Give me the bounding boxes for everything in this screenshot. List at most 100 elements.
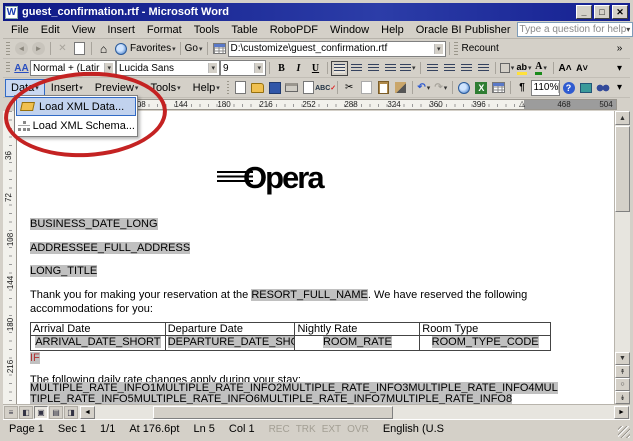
field-multiple-rate-info6[interactable]: MULTIPLE_RATE_INFO6 [134,393,260,404]
scroll-right-button[interactable]: ► [614,406,629,419]
menu-item-load-xml-schema[interactable]: Load XML Schema... [16,116,136,135]
document-page[interactable]: Opera BUSINESS_DATE_LONG ADDRESSEE_FULL_… [17,111,614,404]
maximize-button[interactable]: □ [594,5,610,19]
refresh-button[interactable] [71,40,88,57]
chevron-down-icon[interactable]: ▾ [543,64,547,72]
format-painter-button[interactable] [392,79,409,96]
outline-view-button[interactable]: ▤ [49,406,63,419]
field-multiple-rate-info8[interactable]: MULTIPLE_RATE_INFO8 [386,393,512,404]
status-mode-trk[interactable]: TRK [296,424,316,435]
font-color-button[interactable]: A▾ [533,60,550,77]
menubar-item-view[interactable]: View [66,22,102,38]
grow-font-button[interactable]: A˄ [557,60,574,77]
toolbar-grip[interactable] [227,81,229,95]
chevron-down-icon[interactable]: ▾ [444,84,448,92]
insert-hyperlink-button[interactable] [456,79,473,96]
menubar-item-edit[interactable]: Edit [35,22,66,38]
menubar-item-table[interactable]: Table [225,22,263,38]
chevron-down-icon[interactable]: ▾ [528,64,532,72]
scroll-left-button[interactable]: ◄ [80,406,95,419]
align-center-button[interactable] [348,60,365,77]
bi-menu-help[interactable]: Help▾ [187,79,226,97]
field-room-rate[interactable]: ROOM_RATE [323,336,392,348]
open-button[interactable] [249,79,266,96]
chevron-down-icon[interactable]: ▾ [511,64,515,72]
resize-grip[interactable] [618,426,630,438]
insert-excel-button[interactable]: X [473,79,490,96]
toolbar-grip[interactable] [6,42,10,56]
reservation-table[interactable]: Arrival DateDeparture DateNightly RateRo… [30,322,551,351]
field-departure-date-short[interactable]: DEPARTURE_DATE_SHORT [168,336,296,348]
if-marker-field[interactable]: IF [30,352,40,364]
table-cell-room-type-code[interactable]: ROOM_TYPE_CODE [420,336,550,350]
justify-button[interactable] [382,60,399,77]
forward-button[interactable]: ► [30,40,47,57]
business-date-field[interactable]: BUSINESS_DATE_LONG [30,218,158,230]
status-mode-rec[interactable]: REC [269,424,290,435]
font-size-select[interactable]: 9▾ [220,60,266,76]
copy-button[interactable] [358,79,375,96]
help-button[interactable]: ? [560,79,577,96]
increase-indent-button[interactable] [475,60,492,77]
cut-button[interactable]: ✂ [341,79,358,96]
resort-name-field[interactable]: RESORT_FULL_NAME [251,289,368,301]
border-button[interactable]: ▾ [499,60,516,77]
menubar-item-robopdf[interactable]: RoboPDF [264,22,324,38]
table-cell-departure-date-short[interactable]: DEPARTURE_DATE_SHORT [166,336,296,350]
numbered-list-button[interactable] [424,60,441,77]
favorites-button[interactable]: Favorites▾ [129,40,177,57]
undo-button[interactable]: ↶▾ [415,79,432,96]
reading-layout-button[interactable]: ◨ [64,406,78,419]
recount-button[interactable]: Recount [461,40,500,57]
home-button[interactable]: ⌂ [95,40,112,57]
bi-menu-data[interactable]: Data▾ [5,79,45,97]
chevron-down-icon[interactable]: ▾ [254,63,263,73]
chevron-down-icon[interactable]: ▾ [412,64,416,72]
field-room-type-code[interactable]: ROOM_TYPE_CODE [432,336,539,348]
styles-and-formatting-button[interactable]: AA [13,60,30,77]
multiple-rate-fields[interactable]: MULTIPLE_RATE_INFO1MULTIPLE_RATE_INFO2MU… [30,383,558,404]
search-web-button[interactable] [112,40,129,57]
menubar-item-window[interactable]: Window [324,22,375,38]
font-select[interactable]: Lucida Sans▾ [116,60,220,76]
field-multiple-rate-info7[interactable]: MULTIPLE_RATE_INFO7 [260,393,386,404]
close-button[interactable]: ✕ [612,5,628,19]
italic-button[interactable]: I [290,60,307,77]
bi-menu-insert[interactable]: Insert▾ [45,79,89,97]
find-button[interactable] [594,79,611,96]
right-indent-marker[interactable]: △ [519,99,525,108]
toolbar-options-chevron[interactable]: » [611,40,628,57]
show-web-toolbar-button[interactable] [211,40,228,57]
menubar-item-help[interactable]: Help [375,22,410,38]
bi-menu-tools[interactable]: Tools▾ [144,79,186,97]
next-page-button[interactable]: ↡ [615,391,630,404]
select-browse-object-button[interactable]: ○ [615,378,630,391]
thank-you-paragraph[interactable]: Thank you for making your reservation at… [30,288,560,316]
menubar-item-oracle-bi-publisher[interactable]: Oracle BI Publisher [410,22,517,38]
bi-menu-preview[interactable]: Preview▾ [89,79,145,97]
zoom-select[interactable]: 110%▾ [531,80,561,96]
toolbar-options-chevron[interactable]: ▾ [611,60,628,77]
insert-table-button[interactable] [490,79,507,96]
print-button[interactable] [283,79,300,96]
align-right-button[interactable] [365,60,382,77]
menubar-item-insert[interactable]: Insert [101,22,141,38]
menubar-item-file[interactable]: File [5,22,35,38]
status-mode-ovr[interactable]: OVR [347,424,369,435]
menubar-item-tools[interactable]: Tools [188,22,226,38]
chevron-down-icon[interactable]: ▾ [104,63,113,73]
toolbar-grip[interactable] [6,62,10,75]
style-select[interactable]: Normal + (Latir▾ [30,60,116,76]
chevron-down-icon[interactable]: ▾ [626,25,630,34]
new-document-button[interactable] [232,79,249,96]
go-button[interactable]: Go▾ [184,40,204,57]
minimize-button[interactable]: _ [576,5,592,19]
highlight-button[interactable]: ab▾ [516,60,533,77]
redo-button[interactable]: ↷▾ [432,79,449,96]
paste-button[interactable] [375,79,392,96]
bullet-list-button[interactable] [441,60,458,77]
scroll-up-button[interactable]: ▲ [615,111,630,125]
web-layout-view-button[interactable]: ◧ [19,406,33,419]
toolbar-grip[interactable] [454,42,458,56]
scroll-down-button[interactable]: ▼ [615,352,630,365]
